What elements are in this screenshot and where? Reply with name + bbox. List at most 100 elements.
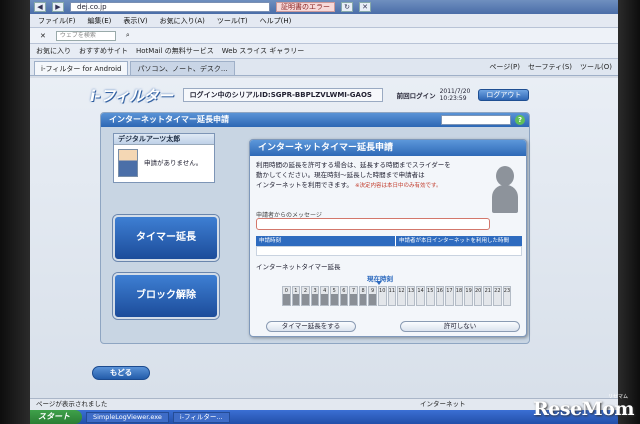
request-table-row xyxy=(256,246,522,256)
tab-pc-store[interactable]: パソコン、ノート、デスク... xyxy=(130,61,235,75)
hour-cell[interactable]: 11 xyxy=(387,286,397,306)
desc-line-1: 利用時間の延長を許可する場合は、延長する時間までスライダーを xyxy=(256,161,451,169)
hour-slider[interactable]: 0 1 2 3 4 5 6 7 8 9 10 11 12 13 14 15 16 17 18 19 20 21 22 23 xyxy=(282,286,512,306)
toolbar-close-icon[interactable]: ✕ xyxy=(36,31,50,41)
menu-edit[interactable]: 編集(E) xyxy=(88,16,112,26)
col-request-time: 申請時刻 xyxy=(256,236,396,246)
hour-cell[interactable]: 18 xyxy=(454,286,464,306)
menu-tools[interactable]: ツール(T) xyxy=(217,16,248,26)
browser-window: ◀ ▶ dej.co.jp 証明書のエラー ↻ ✕ ファイル(F) 編集(E) … xyxy=(30,0,618,424)
taskbar: スタート SimpleLogViewer.exe i-フィルター... xyxy=(30,410,618,424)
menu-view[interactable]: 表示(V) xyxy=(123,16,147,26)
monitor-bezel-left xyxy=(0,0,30,424)
page-content: i-フィルター ログイン中のシリアルID:SGPR-BBPLZVLWMI-GAO… xyxy=(30,78,618,398)
panel-title-text: インターネットタイマー延長申請 xyxy=(109,115,229,124)
request-table-header: 申請時刻 申請者が本日インターネットを利用した時間 xyxy=(256,236,522,246)
hour-cell[interactable]: 19 xyxy=(464,286,473,306)
back-nav-icon[interactable]: ◀ xyxy=(34,2,46,12)
deny-button[interactable]: 許可しない xyxy=(400,321,520,332)
help-icon[interactable]: ? xyxy=(515,115,525,125)
hour-cell[interactable]: 3 xyxy=(310,286,320,306)
status-bar: ページが表示されました インターネット xyxy=(30,398,618,410)
desc-note: ※決定内容は本日中のみ有効です。 xyxy=(354,183,442,189)
dialog-title: インターネットタイマー延長申請 xyxy=(250,140,526,156)
hour-cell[interactable]: 22 xyxy=(493,286,502,306)
hour-cell[interactable]: 13 xyxy=(406,286,416,306)
hour-cell[interactable]: 21 xyxy=(483,286,493,306)
page-menu[interactable]: ページ(P) xyxy=(489,62,520,72)
status-text: ページが表示されました xyxy=(36,400,108,408)
stop-icon[interactable]: ✕ xyxy=(359,2,371,12)
menu-help[interactable]: ヘルプ(H) xyxy=(260,16,292,26)
desc-line-3: インターネットを利用できます。 ※決定内容は本日中のみ有効です。 xyxy=(256,180,476,191)
message-box xyxy=(256,218,490,230)
hour-cell[interactable]: 23 xyxy=(502,286,512,306)
hour-cell[interactable]: 2 xyxy=(301,286,310,306)
cert-error-badge[interactable]: 証明書のエラー xyxy=(276,2,335,12)
timer-extend-label: インターネットタイマー延長 xyxy=(256,263,341,271)
app-header: i-フィルター ログイン中のシリアルID:SGPR-BBPLZVLWMI-GAO… xyxy=(90,84,570,106)
task-i-filter[interactable]: i-フィルター... xyxy=(172,411,230,423)
requester-silhouette-icon xyxy=(492,166,518,213)
tab-i-filter[interactable]: i-フィルター for Android xyxy=(34,61,129,75)
last-login-clock: 10:23:59 xyxy=(439,95,467,102)
user-status: 申請がありません。 xyxy=(144,159,203,167)
favorite-hotmail[interactable]: HotMail の無料サービス xyxy=(136,46,214,56)
i-filter-logo: i-フィルター xyxy=(90,86,173,105)
forward-nav-icon[interactable]: ▶ xyxy=(52,2,64,12)
hour-cell[interactable]: 4 xyxy=(320,286,329,306)
favorite-suggested-sites[interactable]: おすすめサイト xyxy=(79,46,128,56)
hour-cell[interactable]: 10 xyxy=(377,286,387,306)
hour-cell[interactable]: 16 xyxy=(435,286,445,306)
hour-cell[interactable]: 17 xyxy=(445,286,454,306)
back-button[interactable]: もどる xyxy=(92,366,150,380)
address-input[interactable]: dej.co.jp xyxy=(70,2,270,12)
start-button[interactable]: スタート xyxy=(30,410,82,424)
refresh-icon[interactable]: ↻ xyxy=(341,2,353,12)
serial-id: ログイン中のシリアルID:SGPR-BBPLZVLWMI-GAOS xyxy=(182,88,383,102)
tab-bar: i-フィルター for Android パソコン、ノート、デスク... ページ(… xyxy=(30,59,618,76)
favorite-web-slice[interactable]: Web スライス ギャラリー xyxy=(222,46,305,56)
hour-cell[interactable]: 14 xyxy=(416,286,425,306)
monitor-bezel-right xyxy=(618,0,640,424)
tools-menu[interactable]: ツール(O) xyxy=(580,62,612,72)
hour-cell[interactable]: 20 xyxy=(473,286,483,306)
favorites-button[interactable]: お気に入り xyxy=(36,46,71,56)
hour-cell[interactable]: 1 xyxy=(291,286,301,306)
toolbar-search-input[interactable]: ウェブを検索 xyxy=(55,30,116,41)
timer-panel: インターネットタイマー延長申請 ? デジタルアーツ太郎 申請がありません。 タイ… xyxy=(100,112,530,344)
avatar xyxy=(118,149,138,177)
hour-cell[interactable]: 15 xyxy=(425,286,435,306)
address-bar-row: ◀ ▶ dej.co.jp 証明書のエラー ↻ ✕ xyxy=(30,0,618,14)
resemom-logo: ReseMom xyxy=(533,398,634,420)
hour-cell[interactable]: 0 xyxy=(282,286,291,306)
menu-file[interactable]: ファイル(F) xyxy=(38,16,76,26)
hour-cell[interactable]: 7 xyxy=(349,286,358,306)
user-name: デジタルアーツ太郎 xyxy=(114,134,214,145)
hour-cell[interactable]: 9 xyxy=(368,286,377,306)
favorites-bar: お気に入り おすすめサイト HotMail の無料サービス Web スライス ギ… xyxy=(30,44,618,59)
last-login-label: 前回ログイン xyxy=(396,92,436,100)
search-toolbar: ✕ ウェブを検索 ⌕ xyxy=(30,28,618,44)
hour-cell[interactable]: 6 xyxy=(339,286,349,306)
last-login-time: 2011/7/20 10:23:59 xyxy=(440,88,471,102)
block-unlock-button[interactable]: ブロック解除 xyxy=(113,273,219,319)
timer-extend-button[interactable]: タイマー延長 xyxy=(113,215,219,261)
hour-cell[interactable]: 5 xyxy=(329,286,339,306)
safety-menu[interactable]: セーフティ(S) xyxy=(528,62,572,72)
desc-line-3-text: インターネットを利用できます。 xyxy=(256,181,353,189)
approve-extension-button[interactable]: タイマー延長をする xyxy=(266,321,356,332)
last-login-date: 2011/7/20 xyxy=(439,88,471,95)
user-card[interactable]: デジタルアーツ太郎 申請がありません。 xyxy=(113,133,215,183)
col-used-time: 申請者が本日インターネットを利用した時間 xyxy=(399,238,510,244)
current-time-marker-icon[interactable] xyxy=(376,281,382,285)
search-icon[interactable]: ⌕ xyxy=(122,30,134,41)
task-log-viewer[interactable]: SimpleLogViewer.exe xyxy=(86,411,169,423)
logout-button[interactable]: ログアウト xyxy=(478,89,530,101)
desc-line-2: 動かしてください。現在時刻～延長した時間まで申請者は xyxy=(256,171,425,179)
panel-search-input[interactable] xyxy=(441,115,511,125)
hour-cell[interactable]: 8 xyxy=(358,286,368,306)
panel-title: インターネットタイマー延長申請 ? xyxy=(101,113,529,127)
hour-cell[interactable]: 12 xyxy=(397,286,406,306)
menu-favorites[interactable]: お気に入り(A) xyxy=(160,16,205,26)
